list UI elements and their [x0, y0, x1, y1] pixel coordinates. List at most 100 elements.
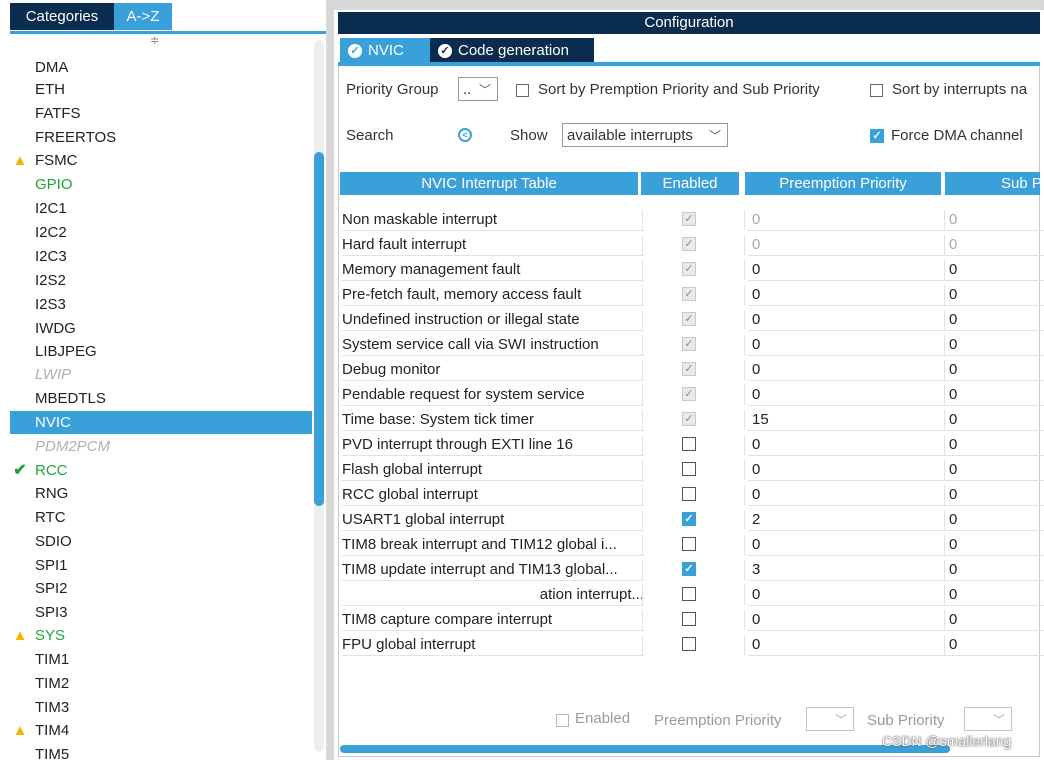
- tab-a-to-z[interactable]: A->Z: [114, 3, 172, 30]
- tab-categories[interactable]: Categories: [10, 3, 114, 30]
- table-row[interactable]: TIM8 break interrupt and TIM12 global i.…: [338, 532, 1044, 557]
- sidebar-item-tim1[interactable]: TIM1: [10, 648, 312, 671]
- enabled-checkbox[interactable]: [682, 487, 696, 501]
- sub-priority-cell[interactable]: 0: [945, 385, 1044, 406]
- sidebar-item-iwdg[interactable]: IWDG: [10, 317, 312, 340]
- preemption-priority-cell[interactable]: 0: [748, 585, 947, 606]
- sidebar-item-freertos[interactable]: FREERTOS: [10, 126, 312, 149]
- table-row[interactable]: Flash global interrupt 0 0: [338, 457, 1044, 482]
- table-row[interactable]: PVD interrupt through EXTI line 16 0 0: [338, 432, 1044, 457]
- bottom-sub-priority-select[interactable]: ﹀: [964, 707, 1012, 731]
- sidebar-item-i2s2[interactable]: I2S2: [10, 269, 312, 292]
- sort-interrupts-checkbox[interactable]: [870, 84, 883, 97]
- sidebar-item-i2s3[interactable]: I2S3: [10, 293, 312, 316]
- sub-priority-cell[interactable]: 0: [945, 635, 1044, 656]
- sidebar-item-nvic[interactable]: NVIC: [10, 411, 312, 434]
- preemption-priority-cell[interactable]: 0: [748, 310, 947, 331]
- sidebar-item-tim3[interactable]: TIM3: [10, 696, 312, 719]
- preemption-priority-cell[interactable]: 0: [748, 635, 947, 656]
- sidebar-item-i2c1[interactable]: I2C1: [10, 197, 312, 220]
- preemption-priority-cell[interactable]: 0: [748, 385, 947, 406]
- enabled-checkbox[interactable]: [682, 587, 696, 601]
- sort-premption-checkbox[interactable]: [516, 84, 529, 97]
- table-row[interactable]: FPU global interrupt 0 0: [338, 632, 1044, 657]
- sidebar-item-spi3[interactable]: SPI3: [10, 601, 312, 624]
- table-row[interactable]: Pre-fetch fault, memory access fault ✓ 0 0: [338, 282, 1044, 307]
- header-enabled[interactable]: Enabled: [641, 172, 739, 195]
- table-row[interactable]: Memory management fault ✓ 0 0: [338, 257, 1044, 282]
- sidebar-item-i2c3[interactable]: I2C3: [10, 245, 312, 268]
- table-row[interactable]: Pendable request for system service ✓ 0 0: [338, 382, 1044, 407]
- enabled-checkbox[interactable]: [682, 437, 696, 451]
- sidebar-item-rng[interactable]: RNG: [10, 482, 312, 505]
- preemption-priority-cell[interactable]: 0: [748, 260, 947, 281]
- preemption-priority-cell[interactable]: 0: [748, 360, 947, 381]
- enabled-checkbox[interactable]: [682, 637, 696, 651]
- table-row[interactable]: ation interrupt... 0 0: [338, 582, 1044, 607]
- sidebar-item-pdm2pcm[interactable]: PDM2PCM: [10, 435, 312, 458]
- show-select[interactable]: available interrupts ﹀: [562, 123, 728, 147]
- sub-priority-cell[interactable]: 0: [945, 510, 1044, 531]
- enabled-checkbox[interactable]: [682, 612, 696, 626]
- scroll-up-icon[interactable]: ≑: [150, 36, 159, 47]
- table-row[interactable]: Debug monitor ✓ 0 0: [338, 357, 1044, 382]
- sub-priority-cell[interactable]: 0: [945, 560, 1044, 581]
- sidebar-item-eth[interactable]: ETH: [10, 78, 312, 101]
- sidebar-item-spi2[interactable]: SPI2: [10, 577, 312, 600]
- horizontal-scrollbar[interactable]: [340, 745, 950, 753]
- priority-group-select[interactable]: .. ﹀: [458, 77, 498, 101]
- header-interrupt-table[interactable]: NVIC Interrupt Table: [340, 172, 638, 195]
- sidebar-item-rcc[interactable]: ✔ RCC: [10, 459, 312, 482]
- sub-priority-cell[interactable]: 0: [945, 435, 1044, 456]
- sidebar-item-gpio[interactable]: GPIO: [10, 173, 312, 196]
- category-scrollbar-thumb[interactable]: [314, 152, 324, 506]
- sub-priority-cell[interactable]: 0: [945, 285, 1044, 306]
- bottom-enabled-checkbox[interactable]: [556, 714, 569, 727]
- enabled-checkbox[interactable]: ✓: [682, 512, 696, 526]
- bottom-preemption-select[interactable]: ﹀: [806, 707, 854, 731]
- sidebar-item-tim4[interactable]: ▲ TIM4: [10, 719, 312, 742]
- table-row[interactable]: Hard fault interrupt ✓ 0 0: [338, 232, 1044, 257]
- sub-priority-cell[interactable]: 0: [945, 260, 1044, 281]
- preemption-priority-cell[interactable]: 0: [748, 435, 947, 456]
- sub-priority-cell[interactable]: 0: [945, 485, 1044, 506]
- tab-nvic[interactable]: ✓ NVIC: [340, 38, 430, 64]
- sidebar-item-dma[interactable]: DMA: [10, 56, 312, 79]
- preemption-priority-cell[interactable]: 2: [748, 510, 947, 531]
- preemption-priority-cell[interactable]: 15: [748, 410, 947, 431]
- preemption-priority-cell[interactable]: 0: [748, 460, 947, 481]
- preemption-priority-cell[interactable]: 0: [748, 335, 947, 356]
- sub-priority-cell[interactable]: 0: [945, 535, 1044, 556]
- preemption-priority-cell[interactable]: 0: [748, 485, 947, 506]
- sidebar-item-rtc[interactable]: RTC: [10, 506, 312, 529]
- table-row[interactable]: Undefined instruction or illegal state ✓ 0…: [338, 307, 1044, 332]
- sidebar-item-libjpeg[interactable]: LIBJPEG: [10, 340, 312, 363]
- enabled-checkbox[interactable]: [682, 462, 696, 476]
- sub-priority-cell[interactable]: 0: [945, 460, 1044, 481]
- sidebar-item-i2c2[interactable]: I2C2: [10, 221, 312, 244]
- sidebar-item-tim5[interactable]: TIM5: [10, 743, 312, 760]
- enabled-checkbox[interactable]: [682, 537, 696, 551]
- sidebar-item-sys[interactable]: ▲ SYS: [10, 624, 312, 647]
- preemption-priority-cell[interactable]: 0: [748, 610, 947, 631]
- sidebar-item-spi1[interactable]: SPI1: [10, 554, 312, 577]
- table-row[interactable]: USART1 global interrupt ✓ 2 0: [338, 507, 1044, 532]
- preemption-priority-cell[interactable]: 3: [748, 560, 947, 581]
- sidebar-item-tim2[interactable]: TIM2: [10, 672, 312, 695]
- preemption-priority-cell[interactable]: 0: [748, 285, 947, 306]
- sidebar-item-mbedtls[interactable]: MBEDTLS: [10, 387, 312, 410]
- table-row[interactable]: RCC global interrupt 0 0: [338, 482, 1044, 507]
- sub-priority-cell[interactable]: 0: [945, 410, 1044, 431]
- table-row[interactable]: System service call via SWI instruction ✓…: [338, 332, 1044, 357]
- table-row[interactable]: Time base: System tick timer ✓ 15 0: [338, 407, 1044, 432]
- enabled-checkbox[interactable]: ✓: [682, 562, 696, 576]
- sub-priority-cell[interactable]: 0: [945, 360, 1044, 381]
- table-row[interactable]: Non maskable interrupt ✓ 0 0: [338, 207, 1044, 232]
- sub-priority-cell[interactable]: 0: [945, 310, 1044, 331]
- sidebar-item-sdio[interactable]: SDIO: [10, 530, 312, 553]
- tab-code-generation[interactable]: ✓ Code generation: [430, 38, 594, 64]
- header-preemption-priority[interactable]: Preemption Priority: [745, 172, 941, 195]
- sidebar-item-fatfs[interactable]: FATFS: [10, 102, 312, 125]
- header-sub-priority[interactable]: Sub P: [945, 172, 1040, 195]
- table-row[interactable]: TIM8 update interrupt and TIM13 global..…: [338, 557, 1044, 582]
